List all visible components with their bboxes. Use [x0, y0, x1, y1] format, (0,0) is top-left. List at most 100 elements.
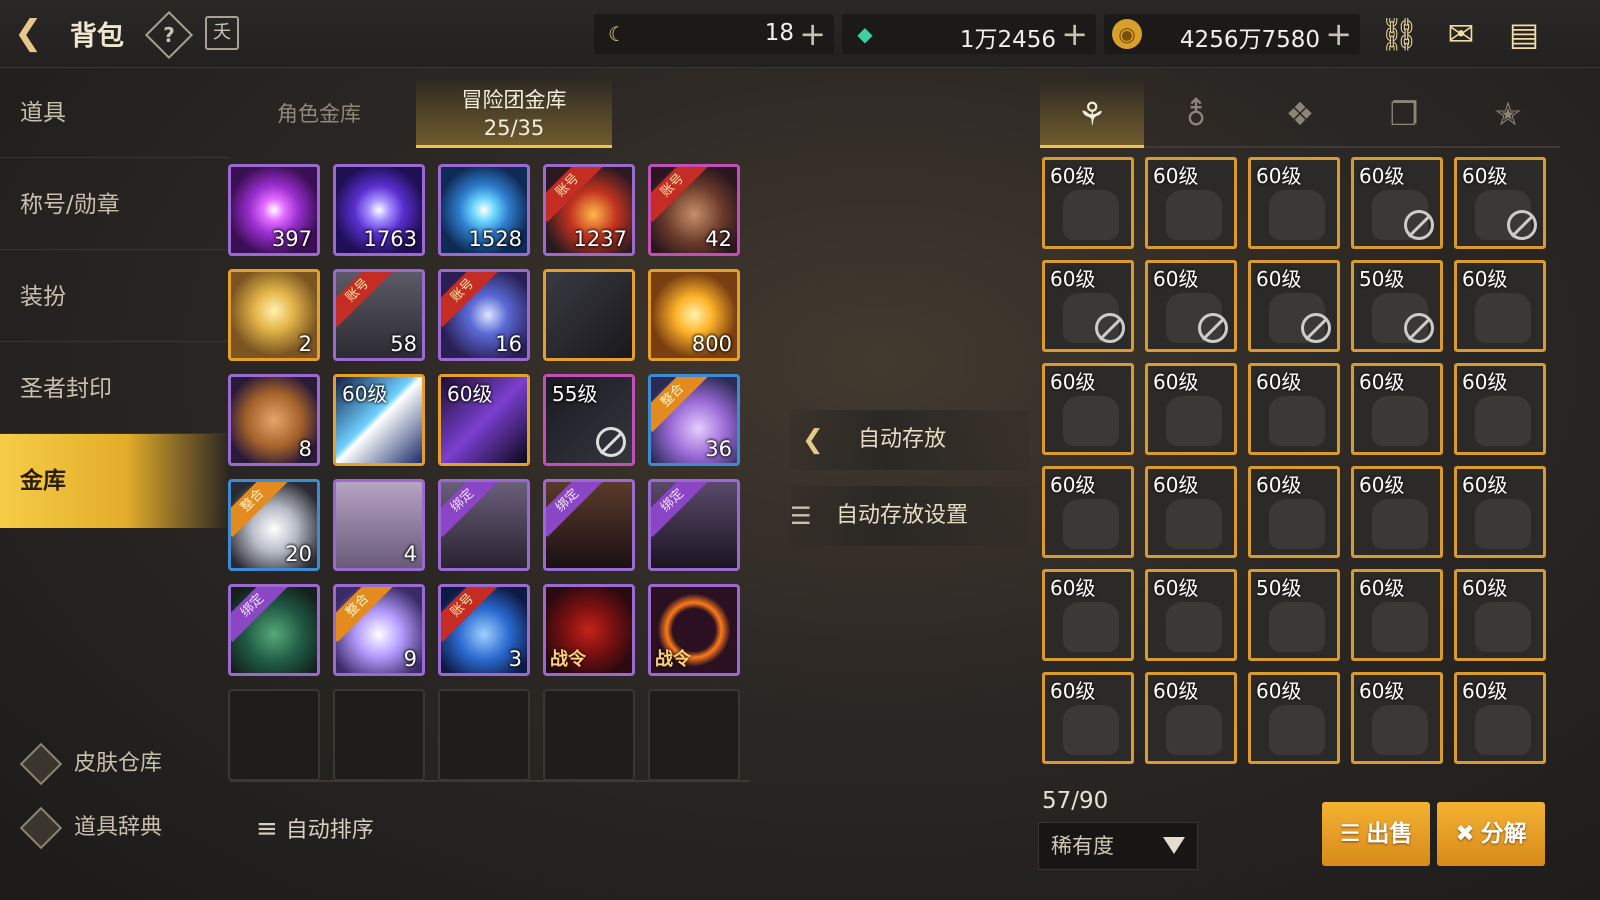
item-slot[interactable]: 800 [648, 269, 740, 361]
tab-armor[interactable]: ⚘ [1040, 80, 1144, 148]
equipment-slot[interactable]: 60级 [1248, 672, 1340, 764]
equipment-slot[interactable]: 60级 [1145, 672, 1237, 764]
equipment-slot[interactable]: 50级 [1248, 569, 1340, 661]
equipment-slot[interactable]: 60级 [1454, 363, 1546, 455]
tab-special[interactable]: ✭ [1456, 80, 1560, 148]
empty-slot[interactable] [648, 689, 740, 781]
add-gold-button[interactable]: + [1325, 15, 1352, 53]
book-icon [19, 806, 63, 850]
mail-icon[interactable]: ✉ [1440, 14, 1482, 54]
add-fatigue-button[interactable]: + [799, 15, 826, 53]
equipment-slot[interactable]: 60级 [1145, 466, 1237, 558]
equipment-slot[interactable]: 60级 [1351, 157, 1443, 249]
item-slot[interactable]: 账号 1237 [543, 164, 635, 256]
item-slot[interactable]: 1763 [333, 164, 425, 256]
sidebar-item-titles[interactable]: 称号/勋章 [0, 160, 230, 250]
equipment-slot[interactable]: 60级 [1454, 466, 1546, 558]
equipment-slot[interactable]: 60级 [1042, 672, 1134, 764]
tab-potion[interactable]: ⚨ [1144, 80, 1248, 148]
item-slot[interactable]: 整合 9 [333, 584, 425, 676]
item-slot[interactable]: 战令 [543, 584, 635, 676]
chat-icon[interactable]: ▤ [1503, 14, 1545, 54]
equipment-slot[interactable]: 60级 [1145, 260, 1237, 352]
decompose-button[interactable]: ✖ 分解 [1437, 802, 1545, 866]
item-slot[interactable]: 账号 3 [438, 584, 530, 676]
equipment-slot[interactable]: 60级 [1145, 157, 1237, 249]
item-slot[interactable]: 55级 [543, 374, 635, 466]
equipment-slot[interactable]: 60级 [1351, 672, 1443, 764]
item-slot[interactable]: 账号 58 [333, 269, 425, 361]
item-slot[interactable]: 账号 16 [438, 269, 530, 361]
item-slot[interactable]: 绑定 [438, 479, 530, 571]
auto-store-button[interactable]: ❮ 自动存放 [790, 410, 1030, 470]
auto-store-settings-button[interactable]: ☰ 自动存放设置 [790, 486, 1030, 546]
gold-resource: ◉ 4256万7580 + [1104, 14, 1360, 54]
sell-button[interactable]: ☰ 出售 [1322, 802, 1430, 866]
sidebar-item-vault[interactable]: 金库 [0, 434, 230, 528]
tab-cards[interactable]: ❐ [1352, 80, 1456, 148]
skin-storage-link[interactable]: 皮肤仓库 [19, 742, 162, 786]
item-slot[interactable]: 绑定 [648, 479, 740, 571]
equipment-slot[interactable]: 60级 [1454, 569, 1546, 661]
equipment-level: 60级 [1256, 370, 1302, 394]
sidebar-item-seal[interactable]: 圣者封印 [0, 344, 230, 434]
equipment-slot[interactable]: 60级 [1248, 363, 1340, 455]
equipment-slot[interactable]: 60级 [1042, 363, 1134, 455]
equipment-slot[interactable]: 60级 [1042, 569, 1134, 661]
unusable-icon [1404, 313, 1434, 343]
equipment-slot[interactable]: 60级 [1042, 260, 1134, 352]
empty-slot[interactable] [543, 689, 635, 781]
item-slot[interactable] [543, 269, 635, 361]
add-gem-button[interactable]: + [1061, 15, 1088, 53]
sidebar-item-avatar[interactable]: 装扮 [0, 252, 230, 342]
equipment-slot[interactable]: 60级 [1248, 466, 1340, 558]
rarity-filter-dropdown[interactable]: 稀有度 [1038, 822, 1198, 870]
equipment-slot[interactable]: 60级 [1248, 260, 1340, 352]
item-slot[interactable]: 绑定 [543, 479, 635, 571]
equipment-art [1063, 396, 1119, 446]
tab-role-vault[interactable]: 角色金库 [236, 80, 402, 148]
item-slot[interactable]: 整合 36 [648, 374, 740, 466]
item-slot[interactable]: 60级 [438, 374, 530, 466]
tab-material[interactable]: ❖ [1248, 80, 1352, 148]
item-slot[interactable]: 账号 42 [648, 164, 740, 256]
equipment-slot[interactable]: 60级 [1042, 466, 1134, 558]
auto-store-label: 自动存放 [858, 427, 947, 452]
equipment-slot[interactable]: 50级 [1351, 260, 1443, 352]
item-slot[interactable]: 整合 20 [228, 479, 320, 571]
item-dictionary-link[interactable]: 道具辞典 [19, 806, 162, 850]
item-slot[interactable]: 2 [228, 269, 320, 361]
item-slot[interactable]: 1528 [438, 164, 530, 256]
back-arrow-icon[interactable]: ❮ [14, 12, 56, 54]
equipment-slot[interactable]: 60级 [1454, 260, 1546, 352]
sidebar-item-items[interactable]: 道具 [0, 68, 230, 158]
equipment-slot[interactable]: 60级 [1454, 672, 1546, 764]
auto-sort-button[interactable]: ≡ 自动排序 [256, 812, 374, 844]
calendar-icon[interactable]: 夭 [205, 16, 239, 50]
item-slot[interactable]: 60级 [333, 374, 425, 466]
equipment-slot[interactable]: 60级 [1145, 363, 1237, 455]
equipment-slot[interactable]: 60级 [1351, 466, 1443, 558]
empty-slot[interactable] [228, 689, 320, 781]
item-slot[interactable]: 绑定 [228, 584, 320, 676]
equipment-slot[interactable]: 60级 [1454, 157, 1546, 249]
equipment-slot[interactable]: 60级 [1042, 157, 1134, 249]
unusable-icon [1198, 313, 1228, 343]
item-slot[interactable]: 4 [333, 479, 425, 571]
item-count: 36 [705, 437, 732, 461]
help-button[interactable]: ? [144, 10, 194, 60]
equipment-slot[interactable]: 60级 [1145, 569, 1237, 661]
empty-slot[interactable] [333, 689, 425, 781]
item-slot[interactable]: 8 [228, 374, 320, 466]
gem-value: 1万2456 [959, 27, 1056, 53]
equipment-level: 60级 [1462, 576, 1508, 600]
equipment-slot[interactable]: 60级 [1351, 363, 1443, 455]
shop-pot-icon[interactable]: ⛓ [1378, 14, 1420, 54]
equipment-slot[interactable]: 60级 [1248, 157, 1340, 249]
item-slot[interactable]: 397 [228, 164, 320, 256]
equipment-level: 50级 [1256, 576, 1302, 600]
empty-slot[interactable] [438, 689, 530, 781]
item-slot[interactable]: 战令 [648, 584, 740, 676]
equipment-slot[interactable]: 60级 [1351, 569, 1443, 661]
tab-adventure-vault[interactable]: 冒险团金库 25/35 [416, 80, 612, 148]
